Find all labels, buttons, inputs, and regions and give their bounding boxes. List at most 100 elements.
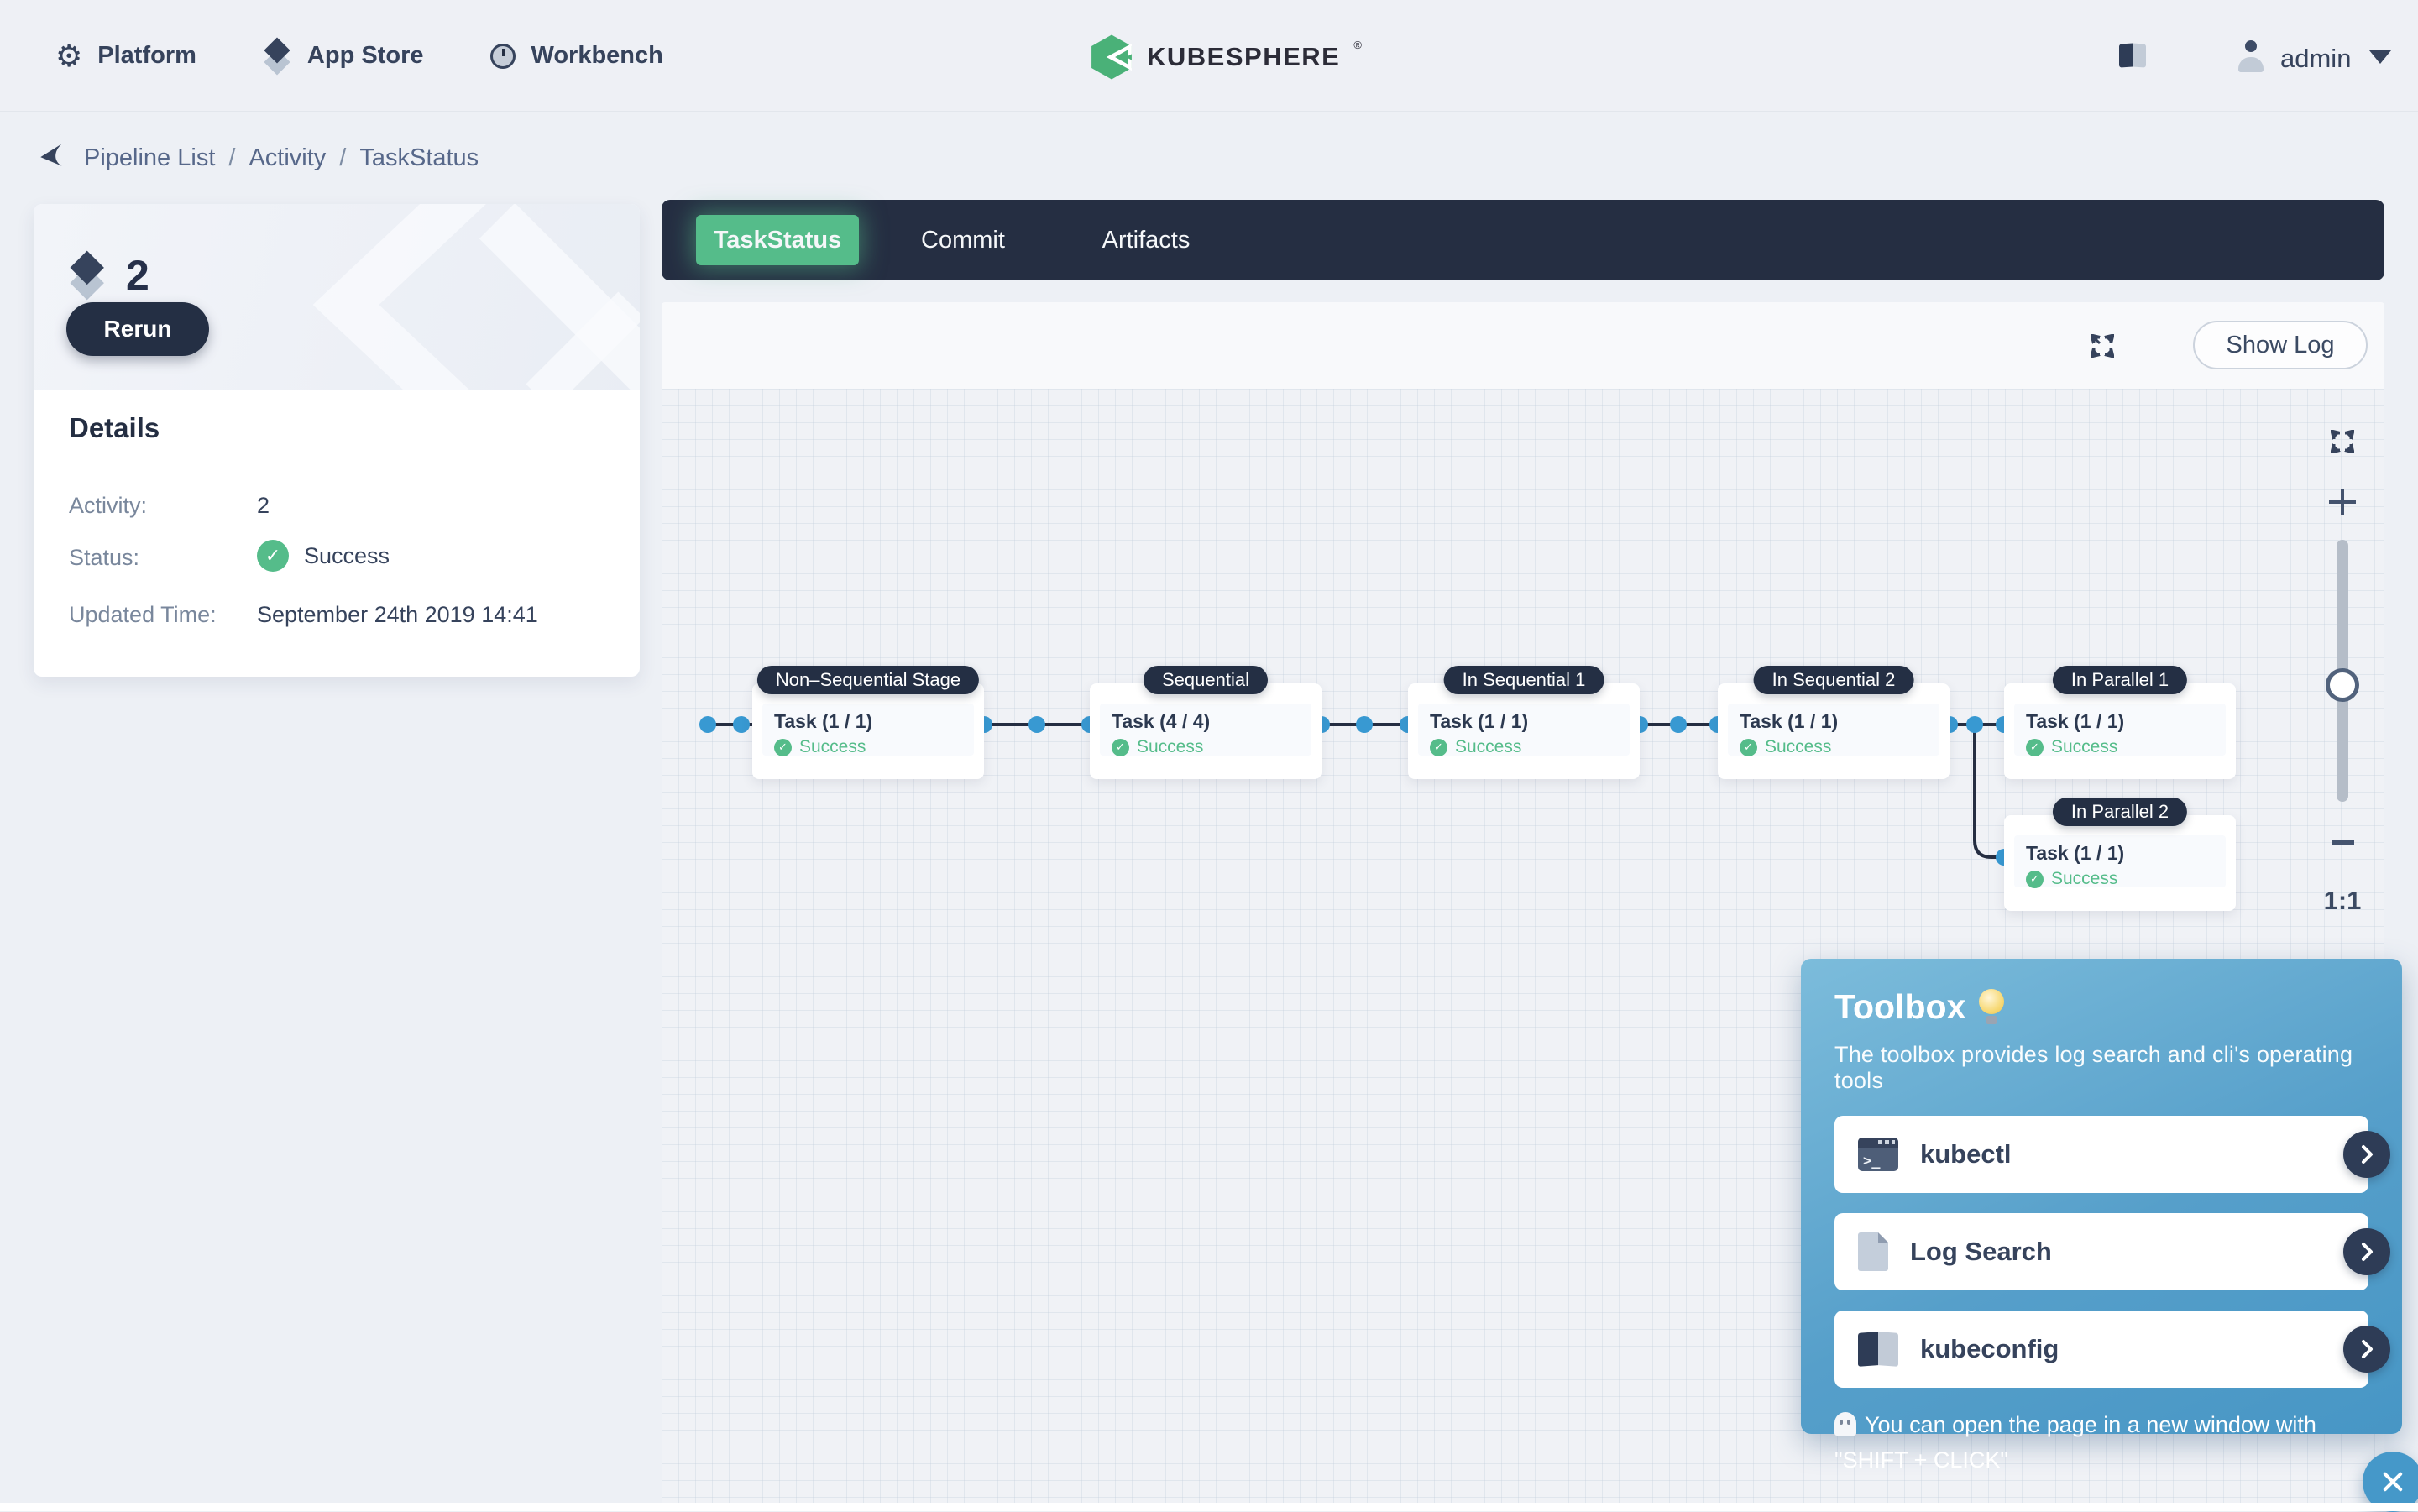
status-value: Success — [304, 543, 390, 569]
detail-row-status: Status: Success — [34, 541, 640, 578]
user-avatar-icon[interactable] — [2237, 40, 2265, 72]
tab-taskstatus[interactable]: TaskStatus — [696, 215, 859, 265]
logo-registered-mark: ® — [1353, 39, 1362, 51]
toolbox-tip-text: You can open the page in a new window wi… — [1834, 1412, 2316, 1473]
task-count-label: Task (1 / 1) — [1740, 710, 1928, 733]
toolbox-tip: You can open the page in a new window wi… — [1834, 1408, 2368, 1478]
stage-task-card[interactable]: Task (1 / 1) Success — [2014, 704, 2226, 756]
toolbox-tool-log-search[interactable]: Log Search — [1834, 1213, 2368, 1290]
detail-row-updated-time: Updated Time: September 24th 2019 14:41 — [34, 599, 640, 636]
pipeline-stage: In Parallel 1 Task (1 / 1) Success — [2004, 683, 2236, 779]
book-icon — [1858, 1332, 1898, 1366]
task-status-row: Success — [1430, 737, 1618, 757]
docs-book-icon[interactable] — [2119, 44, 2146, 67]
task-status-row: Success — [2026, 737, 2214, 757]
success-check-icon — [1740, 739, 1757, 756]
task-count-label: Task (1 / 1) — [774, 710, 962, 733]
detail-label: Activity: — [69, 493, 147, 519]
primary-nav: ⚙ Platform App Store Workbench — [55, 0, 663, 112]
nav-item-platform[interactable]: ⚙ Platform — [55, 41, 196, 71]
tool-label: kubeconfig — [1920, 1334, 2059, 1364]
stage-task-card[interactable]: Task (1 / 1) Success — [2014, 835, 2226, 887]
details-heading: Details — [69, 412, 160, 444]
activity-detail-card: 2 Rerun Details Activity: 2 Status: Succ… — [34, 204, 640, 677]
task-status-row: Success — [2026, 869, 2214, 889]
gear-icon: ⚙ — [55, 41, 82, 71]
detail-value: 2 — [257, 493, 270, 519]
task-status-label: Success — [1137, 737, 1203, 757]
stage-name-badge[interactable]: In Parallel 2 — [2053, 798, 2187, 826]
detail-label: Status: — [69, 545, 139, 571]
chevron-right-icon[interactable] — [2343, 1326, 2390, 1373]
task-status-row: Success — [1112, 737, 1300, 757]
terminal-icon: >_ — [1858, 1138, 1898, 1171]
tab-commit[interactable]: Commit — [879, 200, 1047, 280]
stage-task-card[interactable]: Task (1 / 1) Success — [762, 704, 974, 756]
task-status-row: Success — [774, 737, 962, 757]
success-check-icon — [2026, 739, 2044, 756]
detail-value: September 24th 2019 14:41 — [257, 602, 538, 628]
pipeline-graph-canvas[interactable]: Non–Sequential Stage Task (1 / 1) Succes… — [662, 389, 2384, 1511]
task-status-label: Success — [1455, 737, 1521, 757]
tab-bar: TaskStatus Commit Artifacts — [662, 200, 2384, 280]
detail-row-activity: Activity: 2 — [34, 489, 640, 526]
user-menu-label[interactable]: admin — [2280, 44, 2351, 74]
stage-name-badge[interactable]: In Sequential 2 — [1754, 666, 1914, 694]
bottom-edge-strip — [0, 1503, 2418, 1511]
zoom-slider-handle[interactable] — [2326, 668, 2359, 702]
stage-name-badge[interactable]: Non–Sequential Stage — [757, 666, 979, 694]
zoom-ratio-label[interactable]: 1:1 — [2317, 886, 2368, 916]
stage-task-card[interactable]: Task (1 / 1) Success — [1418, 704, 1630, 756]
graph-fullscreen-icon[interactable] — [2331, 430, 2354, 453]
breadcrumb-activity[interactable]: Activity — [249, 144, 326, 172]
back-arrow-icon[interactable] — [37, 141, 65, 170]
stage-name-badge[interactable]: In Sequential 1 — [1444, 666, 1604, 694]
success-check-icon — [1112, 739, 1129, 756]
success-check-icon — [1430, 739, 1447, 756]
tool-label: kubectl — [1920, 1139, 2012, 1169]
task-count-label: Task (1 / 1) — [2026, 710, 2214, 733]
toolbox-tools-list: >_ kubectl Log Search kubeconfig — [1834, 1116, 2368, 1388]
breadcrumb-separator: / — [228, 144, 235, 172]
app-store-icon — [264, 39, 292, 73]
logo-wordmark: KUBESPHERE — [1147, 42, 1340, 72]
chevron-right-icon[interactable] — [2343, 1228, 2390, 1275]
stage-name-badge[interactable]: Sequential — [1144, 666, 1268, 694]
tool-label: Log Search — [1910, 1237, 2052, 1267]
breadcrumb-pipeline-list[interactable]: Pipeline List — [84, 144, 215, 172]
chevron-right-icon[interactable] — [2343, 1131, 2390, 1178]
kubesphere-logo[interactable]: KUBESPHERE ® — [1090, 34, 1362, 81]
zoom-in-button[interactable] — [2329, 489, 2356, 515]
task-count-label: Task (1 / 1) — [2026, 842, 2214, 865]
stage-task-card[interactable]: Task (4 / 4) Success — [1100, 704, 1311, 756]
stage-task-card[interactable]: Task (1 / 1) Success — [1728, 704, 1939, 756]
task-status-label: Success — [1765, 737, 1831, 757]
success-check-icon — [2026, 871, 2044, 888]
show-log-button[interactable]: Show Log — [2193, 321, 2368, 369]
lightbulb-icon — [1979, 989, 2004, 1026]
rerun-button[interactable]: Rerun — [66, 302, 209, 356]
fullscreen-icon[interactable] — [2091, 334, 2114, 358]
nav-item-workbench[interactable]: Workbench — [490, 42, 662, 70]
stage-name-badge[interactable]: In Parallel 1 — [2053, 666, 2187, 694]
workbench-icon — [490, 44, 516, 69]
watermark-chevrons — [279, 204, 640, 390]
zoom-out-button[interactable] — [2332, 840, 2354, 845]
top-nav-bar: ⚙ Platform App Store Workbench KUBESPHER… — [0, 0, 2418, 112]
ghost-icon — [1834, 1412, 1856, 1436]
tab-artifacts[interactable]: Artifacts — [1062, 200, 1230, 280]
toolbox-title: Toolbox — [1834, 987, 1965, 1027]
nav-item-app-store[interactable]: App Store — [264, 39, 424, 73]
nav-label: Workbench — [531, 42, 662, 70]
kubesphere-logo-mark — [1090, 34, 1133, 81]
breadcrumb: Pipeline List / Activity / TaskStatus — [0, 126, 840, 193]
chevron-down-icon[interactable] — [2369, 50, 2391, 64]
detail-label: Updated Time: — [69, 602, 217, 628]
task-count-label: Task (1 / 1) — [1430, 710, 1618, 733]
toolbox-tool-kubeconfig[interactable]: kubeconfig — [1834, 1311, 2368, 1388]
activity-icon — [70, 254, 107, 297]
success-check-icon — [774, 739, 792, 756]
activity-number: 2 — [126, 251, 149, 300]
toolbox-tool-kubectl[interactable]: >_ kubectl — [1834, 1116, 2368, 1193]
success-check-icon — [257, 540, 289, 572]
